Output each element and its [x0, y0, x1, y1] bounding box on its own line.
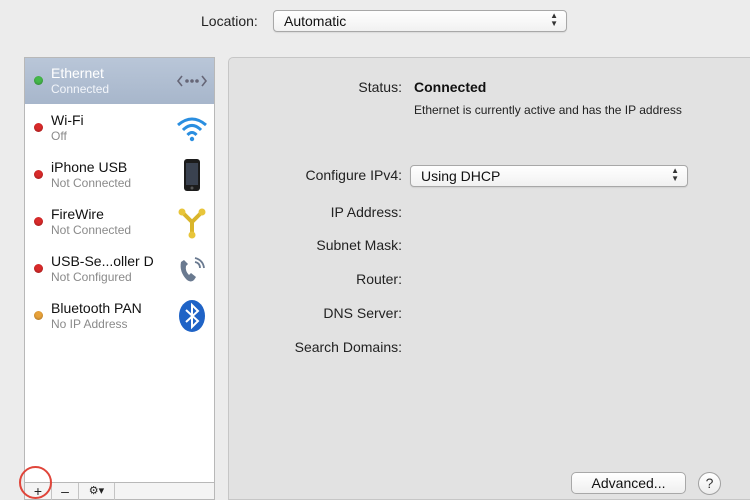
action-menu-button[interactable]: ⚙▾	[79, 483, 115, 500]
service-status: Off	[51, 129, 67, 143]
remove-service-button[interactable]: –	[52, 483, 79, 500]
service-name: FireWire	[51, 206, 104, 222]
location-bar: Location: Automatic ▲ ▼	[0, 0, 750, 44]
location-value: Automatic	[284, 13, 347, 29]
service-status: Not Connected	[51, 176, 132, 190]
status-dot	[34, 217, 43, 226]
ethernet-icon	[175, 64, 209, 98]
firewire-icon	[175, 205, 209, 239]
service-name: Ethernet	[51, 65, 104, 81]
usb-serial-icon	[175, 252, 209, 286]
advanced-button[interactable]: Advanced...	[571, 472, 686, 494]
detail-panel: Status: Connected Ethernet is currently …	[228, 57, 750, 500]
popup-arrows-icon: ▲ ▼	[550, 11, 558, 28]
service-status: Connected	[51, 82, 110, 96]
status-dot	[34, 170, 43, 179]
help-button[interactable]: ?	[698, 472, 721, 495]
search-domains-label: Search Domains:	[294, 339, 402, 355]
service-item-ethernet[interactable]: Ethernet Connected	[25, 58, 214, 104]
service-name: Wi-Fi	[51, 112, 84, 128]
router-label: Router:	[356, 271, 402, 287]
iphone-icon	[175, 158, 209, 192]
service-name: iPhone USB	[51, 159, 128, 175]
configure-ipv4-select[interactable]: Using DHCP ▲ ▼	[410, 165, 688, 187]
location-select[interactable]: Automatic ▲ ▼	[273, 10, 567, 32]
ip-address-label: IP Address:	[330, 204, 402, 220]
status-description: Ethernet is currently active and has the…	[414, 103, 682, 117]
service-item-usb-serial[interactable]: USB-Se...oller D Not Configured	[25, 246, 214, 292]
service-status: Not Connected	[51, 223, 132, 237]
status-dot	[34, 264, 43, 273]
status-dot	[34, 123, 43, 132]
service-item-iphone-usb[interactable]: iPhone USB Not Connected	[25, 152, 214, 198]
subnet-mask-label: Subnet Mask:	[316, 237, 402, 253]
service-list-toolbar: + – ⚙▾	[24, 483, 215, 500]
status-label: Status:	[358, 79, 402, 95]
configure-ipv4-label: Configure IPv4:	[305, 167, 403, 183]
bluetooth-icon	[175, 299, 209, 333]
popup-arrows-icon: ▲ ▼	[671, 166, 679, 183]
service-item-wifi[interactable]: Wi-Fi Off	[25, 105, 214, 151]
service-status: Not Configured	[51, 270, 132, 284]
configure-ipv4-value: Using DHCP	[421, 168, 501, 184]
add-button-highlight-ring	[19, 466, 52, 499]
status-value: Connected	[414, 79, 487, 95]
service-name: USB-Se...oller D	[51, 253, 154, 269]
status-dot	[34, 311, 43, 320]
service-list: Ethernet Connected Wi-Fi Off iPhone USB …	[24, 57, 215, 483]
dns-server-label: DNS Server:	[323, 305, 402, 321]
service-item-firewire[interactable]: FireWire Not Connected	[25, 199, 214, 245]
service-status: No IP Address	[51, 317, 128, 331]
status-dot	[34, 76, 43, 85]
location-label: Location:	[201, 13, 258, 29]
service-name: Bluetooth PAN	[51, 300, 142, 316]
wifi-icon	[175, 111, 209, 145]
service-item-bluetooth-pan[interactable]: Bluetooth PAN No IP Address	[25, 293, 214, 339]
